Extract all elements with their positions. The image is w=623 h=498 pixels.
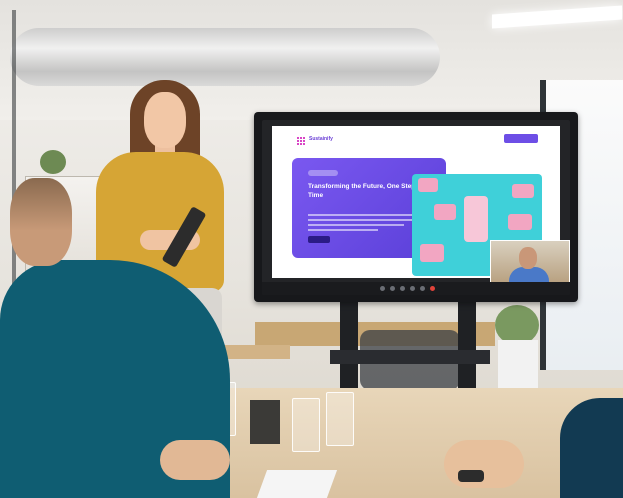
website-page: Sustainify Transforming the Future, One …	[272, 126, 570, 288]
screen-taskbar	[262, 282, 570, 295]
plant-left	[40, 150, 66, 174]
paper-scrap	[434, 204, 456, 220]
hero-text-line	[308, 224, 404, 226]
attendee-left-head	[10, 178, 72, 266]
paper-scrap	[508, 214, 532, 230]
drinking-glass	[326, 392, 354, 446]
attendee-right-hand	[444, 440, 524, 488]
hero-text-line	[308, 214, 420, 216]
hero-text-line	[308, 229, 378, 231]
taskbar-icon	[400, 286, 405, 291]
hero-button	[308, 236, 330, 243]
brand-logo-icon	[296, 136, 305, 145]
hero-text-line	[308, 219, 412, 221]
attendee-left-hand	[160, 440, 230, 480]
display-screen: Sustainify Transforming the Future, One …	[262, 120, 570, 295]
pen-holder	[250, 400, 280, 444]
caller-face	[519, 247, 537, 269]
taskbar-icon	[390, 286, 395, 291]
nav-cta-button	[504, 134, 538, 143]
hero-tag	[308, 170, 338, 176]
video-call-tile	[490, 240, 570, 288]
taskbar-icon	[410, 286, 415, 291]
presenter-face	[144, 92, 186, 148]
attendee-right-shirt	[560, 398, 623, 498]
paper-sheet	[256, 470, 338, 498]
coffee-cup	[464, 196, 488, 242]
paper-scrap	[418, 178, 438, 192]
paper-scrap	[420, 244, 444, 262]
taskbar-icon	[420, 286, 425, 291]
drinking-glass	[292, 398, 320, 452]
brand-name: Sustainify	[309, 136, 333, 142]
wristwatch	[458, 470, 484, 482]
taskbar-icon	[380, 286, 385, 291]
paper-scrap	[512, 184, 534, 198]
plant-right	[495, 305, 539, 345]
end-call-icon	[430, 286, 435, 291]
stand-crossbar	[330, 350, 490, 364]
